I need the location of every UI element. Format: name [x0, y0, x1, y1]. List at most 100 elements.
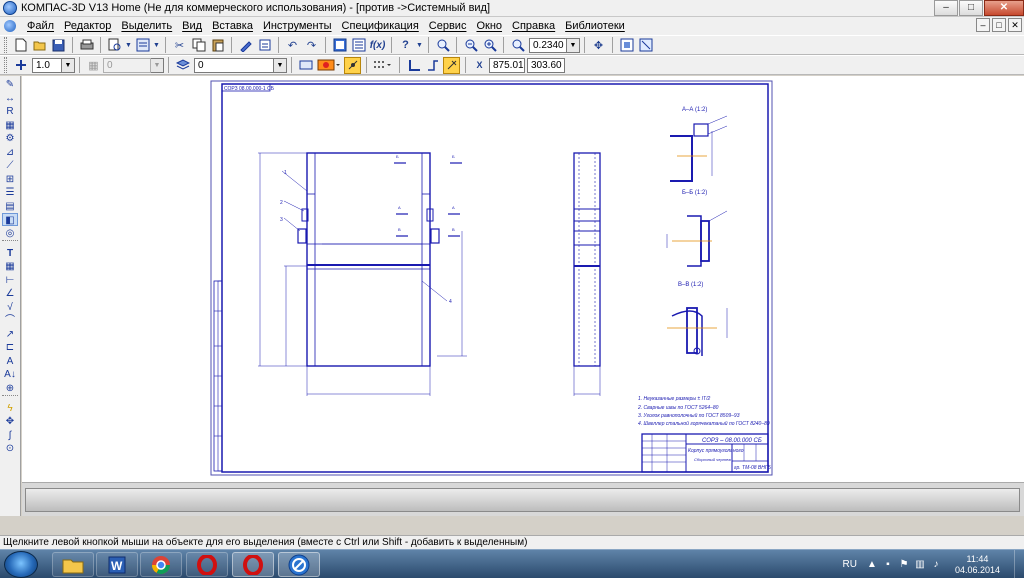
zoom-in-icon[interactable] [481, 37, 498, 54]
kompas-taskbar-icon[interactable] [278, 552, 320, 577]
usb-tray-icon[interactable]: ▪ [883, 559, 893, 570]
show-all-icon[interactable] [637, 37, 654, 54]
explorer-taskbar-icon[interactable] [52, 552, 94, 577]
spec-icon[interactable]: ☰ [2, 186, 18, 199]
layer-properties-icon[interactable] [297, 57, 314, 74]
zoom-window-icon[interactable] [434, 37, 451, 54]
kompas-app-icon[interactable] [3, 1, 17, 15]
menu-libraries[interactable]: Библиотеки [560, 17, 630, 35]
drawing-area[interactable]: СОРЗ 08.00.000-1 СБ 1 2 3 4 Б Б А А В В … [22, 76, 1024, 482]
leader-icon[interactable]: ↗ [2, 328, 18, 341]
start-button[interactable] [4, 551, 38, 578]
lightning-icon[interactable]: ϟ [2, 402, 18, 415]
arc-icon[interactable]: ⌒ [2, 314, 18, 327]
local-cs-icon[interactable] [405, 57, 422, 74]
refresh-view-icon[interactable] [618, 37, 635, 54]
menu-insert[interactable]: Вставка [207, 17, 258, 35]
menu-tools[interactable]: Инструменты [258, 17, 337, 35]
show-desktop-button[interactable] [1014, 550, 1024, 578]
center-mark-icon[interactable]: ⊕ [2, 382, 18, 395]
style-field[interactable]: 0 [103, 57, 151, 73]
ortho-mode-icon[interactable] [424, 57, 441, 74]
tray-expand-icon[interactable]: ▲ [867, 559, 877, 570]
menu-view[interactable]: Вид [177, 17, 207, 35]
paste-icon[interactable] [209, 37, 226, 54]
chrome-taskbar-icon[interactable] [140, 552, 182, 577]
zoom-scale-icon[interactable] [509, 37, 526, 54]
style-dropdown[interactable]: ▼ [151, 57, 164, 73]
manager-icon[interactable] [134, 37, 151, 54]
properties-icon[interactable] [237, 37, 254, 54]
edit-icon[interactable]: ▦ [2, 119, 18, 132]
menu-window[interactable]: Окно [471, 17, 507, 35]
zoom-out-icon[interactable] [462, 37, 479, 54]
variables-icon[interactable] [350, 37, 367, 54]
linear-dim-icon[interactable]: ⊢ [2, 274, 18, 287]
preview-icon[interactable] [106, 37, 123, 54]
snap-settings-icon[interactable] [12, 57, 29, 74]
base-icon[interactable]: A [2, 355, 18, 368]
line-weight-field[interactable]: 1.0 [32, 57, 62, 73]
word-taskbar-icon[interactable]: W [96, 552, 138, 577]
snap-magnet-icon[interactable] [443, 56, 460, 74]
maximize-button[interactable]: □ [959, 0, 983, 16]
cut-icon[interactable]: ✂ [171, 37, 188, 54]
dropdown-arrow-icon[interactable]: ▼ [416, 37, 423, 54]
text-icon[interactable]: T [2, 247, 18, 260]
open-folder-icon[interactable] [31, 37, 48, 54]
dropdown-arrow-icon[interactable]: ▼ [153, 37, 160, 54]
function-icon[interactable]: f(x) [369, 37, 386, 54]
select-icon[interactable]: ⟋ [2, 159, 18, 172]
point-icon[interactable]: ⊙ [2, 442, 18, 455]
coordinate-y-field[interactable]: 303.60 [527, 57, 565, 73]
measure-icon[interactable]: ⊿ [2, 146, 18, 159]
dimensions-icon[interactable]: ↔ [2, 92, 18, 105]
view-arrow-icon[interactable]: A↓ [2, 368, 18, 381]
clock[interactable]: 11:44 04.06.2014 [955, 554, 1000, 576]
parametrization-icon[interactable]: ⚙ [2, 132, 18, 145]
move-icon[interactable]: ✥ [2, 415, 18, 428]
insert-icon[interactable]: ◧ [2, 213, 18, 226]
reports-icon[interactable]: ▤ [2, 200, 18, 213]
copy-properties-icon[interactable] [256, 37, 273, 54]
pan-icon[interactable]: ✥ [590, 37, 607, 54]
opera-taskbar-icon[interactable] [186, 552, 228, 577]
zoom-scale-dropdown[interactable]: ▼ [567, 37, 580, 53]
section-line-icon[interactable]: ⊏ [2, 341, 18, 354]
menu-help[interactable]: Справка [507, 17, 560, 35]
menu-select[interactable]: Выделить [116, 17, 177, 35]
menu-editor[interactable]: Редактор [59, 17, 116, 35]
dropdown-arrow-icon[interactable]: ▼ [125, 37, 132, 54]
save-icon[interactable] [50, 37, 67, 54]
grid-icon[interactable] [372, 57, 394, 74]
snaps-toggle-icon[interactable] [344, 56, 361, 74]
document-icon[interactable] [4, 20, 16, 32]
context-help-icon[interactable]: ? [397, 37, 414, 54]
print-icon[interactable] [78, 37, 95, 54]
designations-icon[interactable]: R [2, 105, 18, 118]
fragments-icon[interactable]: ◎ [2, 227, 18, 240]
manager-docs-icon[interactable] [331, 37, 348, 54]
drawing-sheet[interactable]: СОРЗ 08.00.000-1 СБ 1 2 3 4 Б Б А А В В … [22, 76, 1024, 482]
toolbar-grip[interactable] [4, 57, 7, 73]
coordinate-x-field[interactable]: 875.01 [489, 57, 525, 73]
associative-views-icon[interactable]: ⊞ [2, 173, 18, 186]
minimize-button[interactable]: – [934, 0, 958, 16]
toolbar-grip[interactable] [4, 37, 7, 53]
geometry-icon[interactable]: ✎ [2, 78, 18, 91]
curve-icon[interactable]: ∫ [2, 429, 18, 442]
layer-dropdown[interactable]: ▼ [274, 57, 287, 73]
network-tray-icon[interactable]: ▥ [915, 559, 925, 570]
new-document-icon[interactable] [12, 37, 29, 54]
style-icon[interactable]: ▦ [85, 57, 102, 74]
copy-icon[interactable] [190, 37, 207, 54]
zoom-scale-field[interactable]: 0.2340 [529, 37, 567, 53]
close-button[interactable]: ✕ [984, 0, 1024, 16]
menu-specification[interactable]: Спецификация [337, 17, 424, 35]
cursor-coords-icon[interactable]: X [471, 57, 488, 74]
redo-icon[interactable]: ↷ [303, 37, 320, 54]
layer-icon[interactable] [174, 57, 191, 74]
doc-close-button[interactable]: ✕ [1008, 18, 1022, 32]
doc-restore-button[interactable]: □ [992, 18, 1006, 32]
flag-tray-icon[interactable]: ⚑ [899, 559, 909, 570]
